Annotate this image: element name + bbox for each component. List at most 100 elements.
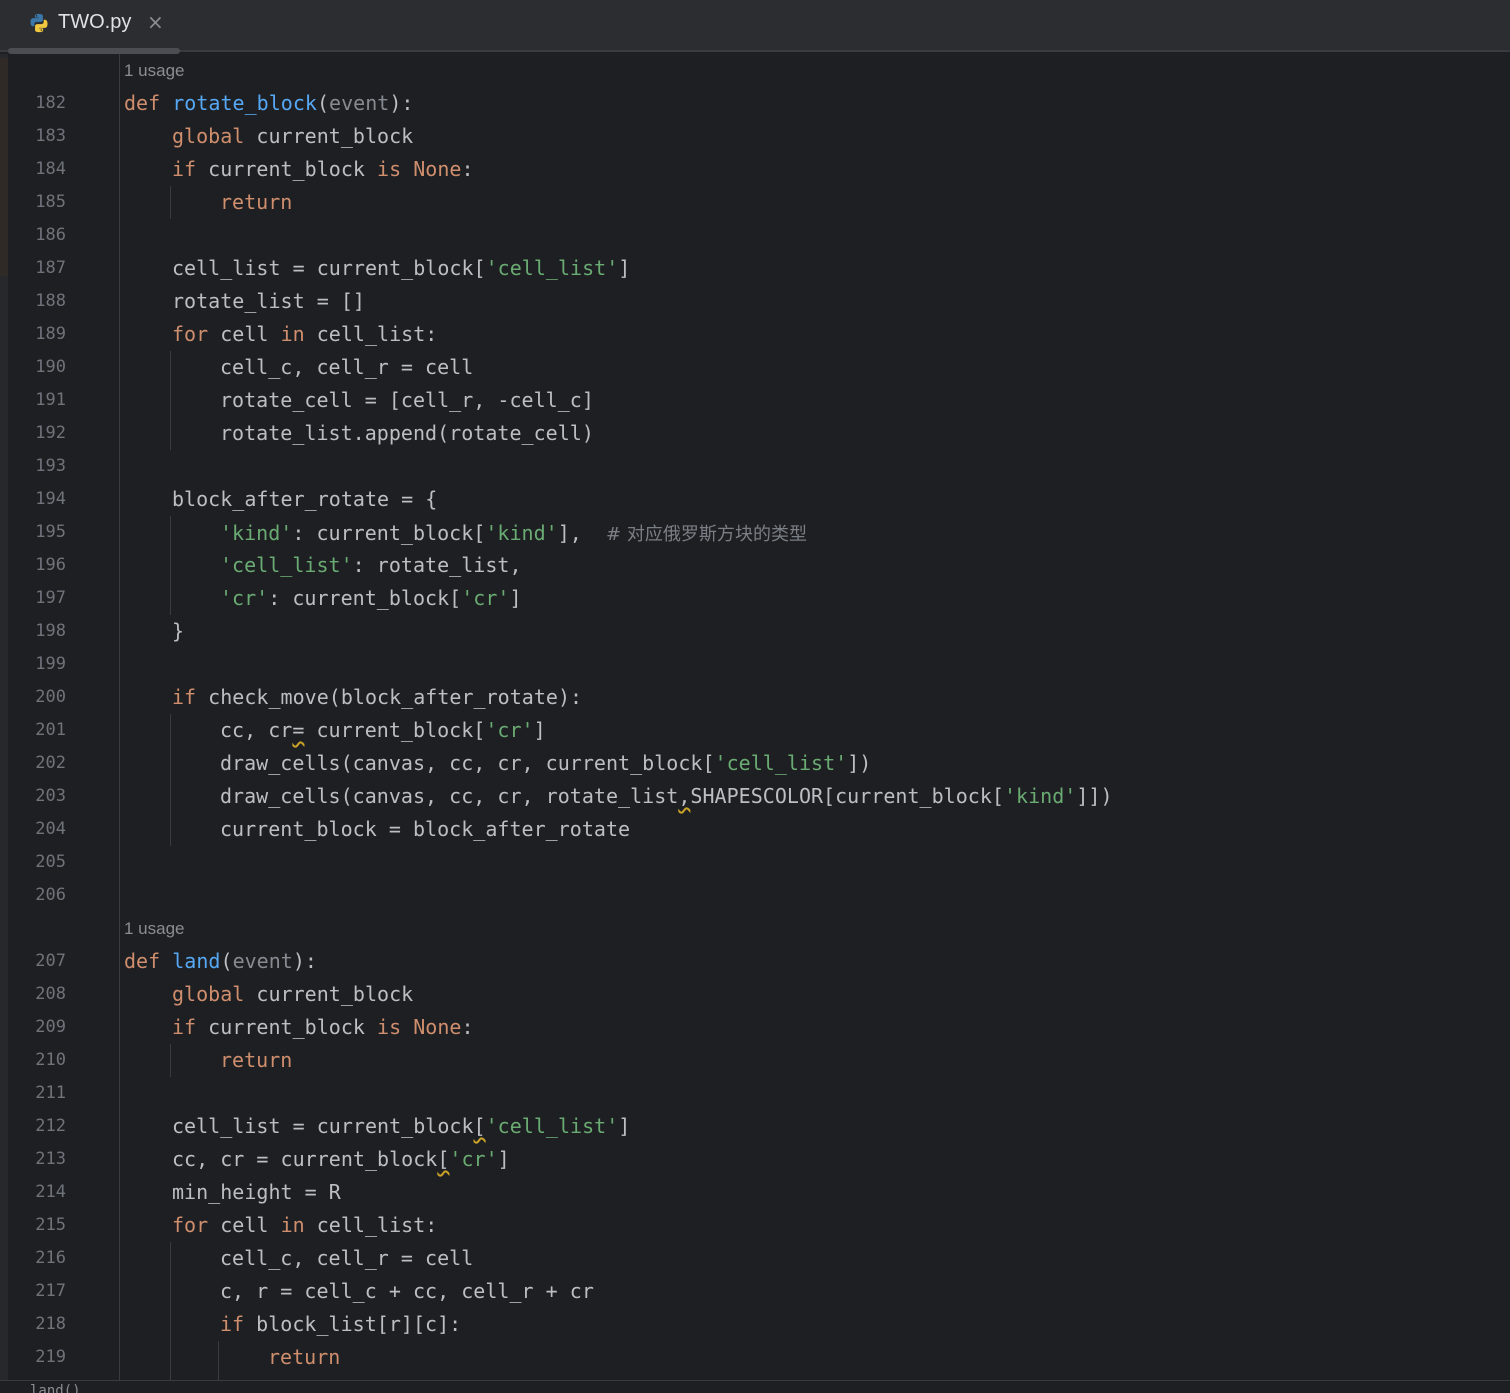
code-line: 215 for cell in cell_list: <box>0 1209 1510 1242</box>
code-text: cell_list = current_block['cell_list'] <box>172 1114 631 1138</box>
code-line: 191 rotate_cell = [cell_r, -cell_c] <box>0 384 1510 417</box>
code-line: 210 return <box>0 1044 1510 1077</box>
code-line: 195 'kind': current_block['kind'], # 对应俄… <box>0 516 1510 549</box>
line-number: 185 <box>35 192 66 212</box>
line-number: 197 <box>35 588 66 608</box>
code-line: 197 'cr': current_block['cr'] <box>0 582 1510 615</box>
line-number: 207 <box>35 951 66 971</box>
code-line: 196 'cell_list': rotate_list, <box>0 549 1510 582</box>
line-number: 205 <box>35 852 66 872</box>
code-line: 199 <box>0 648 1510 681</box>
code-text: current_block = block_after_rotate <box>220 817 631 841</box>
line-number: 212 <box>35 1116 66 1136</box>
line-number: 183 <box>35 126 66 146</box>
code-text: def land(event): <box>124 949 317 973</box>
code-line: 213 cc, cr = current_block['cr'] <box>0 1143 1510 1176</box>
code-text: return <box>268 1345 341 1369</box>
code-line: 216 cell_c, cell_r = cell <box>0 1242 1510 1275</box>
line-number: 202 <box>35 753 66 773</box>
code-editor[interactable]: 1 usage 182 def rotate_block(event): 183… <box>0 54 1510 1380</box>
code-line: 217 c, r = cell_c + cc, cell_r + cr <box>0 1275 1510 1308</box>
code-line: 201 cc, cr= current_block['cr'] <box>0 714 1510 747</box>
line-number: 190 <box>35 357 66 377</box>
code-comment: # 对应俄罗斯方块的类型 <box>605 524 808 545</box>
usage-hint[interactable]: 1 usage <box>124 61 185 81</box>
code-text: 'cell_list': rotate_list, <box>220 553 522 577</box>
close-icon[interactable]: × <box>147 10 164 34</box>
code-text: rotate_list.append(rotate_cell) <box>220 421 594 445</box>
code-line: 219 return <box>0 1341 1510 1374</box>
code-text: draw_cells(canvas, cc, cr, current_block… <box>220 751 872 775</box>
code-line: 208 global current_block <box>0 978 1510 1011</box>
line-number: 198 <box>35 621 66 641</box>
breadcrumb-bar: land() <box>0 1380 1510 1393</box>
line-number: 215 <box>35 1215 66 1235</box>
code-text: for cell in cell_list: <box>172 322 438 346</box>
code-text: block_after_rotate = { <box>172 487 438 511</box>
line-number: 199 <box>35 654 66 674</box>
usage-hint[interactable]: 1 usage <box>124 919 185 939</box>
tab-two-py[interactable]: TWO.py × <box>8 0 180 54</box>
code-text: if current_block is None: <box>172 157 474 181</box>
code-text: 'kind': current_block['kind'], # 对应俄罗斯方块… <box>220 521 808 545</box>
code-text: def rotate_block(event): <box>124 91 414 115</box>
line-number: 204 <box>35 819 66 839</box>
line-number: 193 <box>35 456 66 476</box>
code-text: 'cr': current_block['cr'] <box>220 586 522 610</box>
line-number: 218 <box>35 1314 66 1334</box>
tab-filename: TWO.py <box>58 11 132 33</box>
line-number: 216 <box>35 1248 66 1268</box>
line-number: 206 <box>35 885 66 905</box>
line-number: 192 <box>35 423 66 443</box>
code-text: draw_cells(canvas, cc, cr, rotate_list,S… <box>220 784 1113 808</box>
code-line: 183 global current_block <box>0 120 1510 153</box>
code-text: cell_c, cell_r = cell <box>220 355 474 379</box>
code-text: return <box>220 1048 293 1072</box>
code-line: 202 draw_cells(canvas, cc, cr, current_b… <box>0 747 1510 780</box>
code-text: c, r = cell_c + cc, cell_r + cr <box>220 1279 594 1303</box>
python-file-icon <box>30 13 48 33</box>
code-line: 193 <box>0 450 1510 483</box>
code-text: for cell in cell_list: <box>172 1213 438 1237</box>
line-number: 188 <box>35 291 66 311</box>
code-text: cell_list = current_block['cell_list'] <box>172 256 631 280</box>
code-text: if check_move(block_after_rotate): <box>172 685 583 709</box>
code-line: 218 if block_list[r][c]: <box>0 1308 1510 1341</box>
code-line: 207 def land(event): <box>0 945 1510 978</box>
code-line: 212 cell_list = current_block['cell_list… <box>0 1110 1510 1143</box>
code-line: 189 for cell in cell_list: <box>0 318 1510 351</box>
code-line: 205 <box>0 846 1510 879</box>
code-line: 192 rotate_list.append(rotate_cell) <box>0 417 1510 450</box>
code-line: 187 cell_list = current_block['cell_list… <box>0 252 1510 285</box>
code-text: cc, cr= current_block['cr'] <box>220 718 546 742</box>
code-text: } <box>172 619 185 643</box>
line-number: 191 <box>35 390 66 410</box>
line-number: 217 <box>35 1281 66 1301</box>
line-number: 194 <box>35 489 66 509</box>
code-line: 211 <box>0 1077 1510 1110</box>
code-text: min_height = R <box>172 1180 341 1204</box>
line-number: 219 <box>35 1347 66 1367</box>
code-text: global current_block <box>172 982 414 1006</box>
code-text: if block_list[r][c]: <box>220 1312 462 1336</box>
code-text: cell_c, cell_r = cell <box>220 1246 474 1270</box>
code-line: 185 return <box>0 186 1510 219</box>
line-number: 201 <box>35 720 66 740</box>
line-number: 214 <box>35 1182 66 1202</box>
code-line: 206 <box>0 879 1510 912</box>
code-line: 184 if current_block is None: <box>0 153 1510 186</box>
line-number: 195 <box>35 522 66 542</box>
code-line: 200 if check_move(block_after_rotate): <box>0 681 1510 714</box>
line-number: 211 <box>35 1083 66 1103</box>
code-line: 209 if current_block is None: <box>0 1011 1510 1044</box>
code-line: 214 min_height = R <box>0 1176 1510 1209</box>
line-number: 186 <box>35 225 66 245</box>
code-text: global current_block <box>172 124 414 148</box>
line-number: 187 <box>35 258 66 278</box>
code-line: 190 cell_c, cell_r = cell <box>0 351 1510 384</box>
code-line: 182 def rotate_block(event): <box>0 87 1510 120</box>
line-number: 184 <box>35 159 66 179</box>
line-number: 200 <box>35 687 66 707</box>
code-line: 203 draw_cells(canvas, cc, cr, rotate_li… <box>0 780 1510 813</box>
code-line: 188 rotate_list = [] <box>0 285 1510 318</box>
